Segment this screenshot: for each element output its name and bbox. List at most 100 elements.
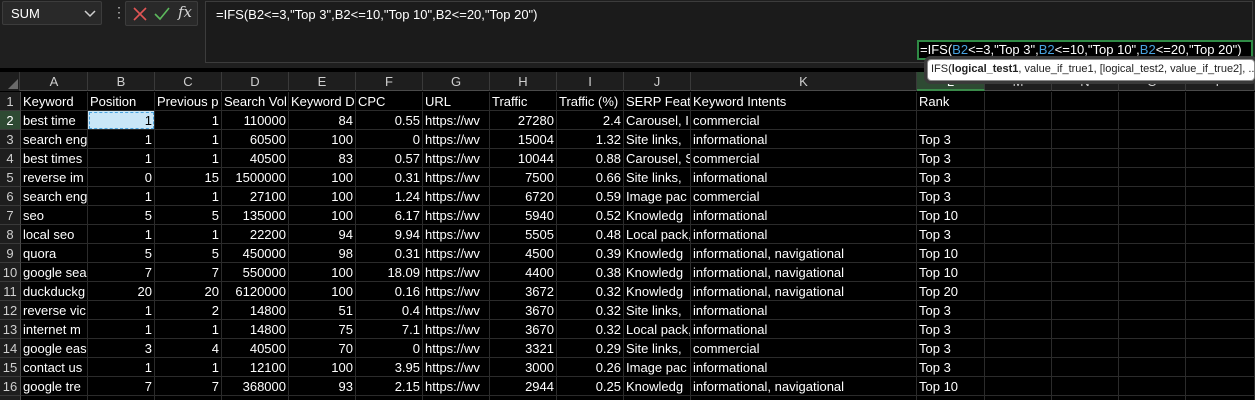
cell[interactable] bbox=[1119, 187, 1186, 206]
cell[interactable]: Carousel, S bbox=[624, 149, 691, 168]
cell[interactable] bbox=[289, 396, 356, 400]
column-title-cell[interactable]: SERP Featu bbox=[624, 92, 691, 111]
column-title-cell[interactable]: CPC bbox=[356, 92, 423, 111]
cell[interactable]: 550000 bbox=[222, 263, 289, 282]
cell[interactable] bbox=[985, 377, 1052, 396]
cell[interactable]: 100 bbox=[289, 358, 356, 377]
column-header-c[interactable]: C bbox=[155, 72, 222, 91]
select-all-icon[interactable] bbox=[8, 79, 18, 89]
cell[interactable] bbox=[1119, 339, 1186, 358]
cell[interactable] bbox=[1186, 358, 1255, 377]
cell[interactable] bbox=[1052, 339, 1119, 358]
cell[interactable]: 1 bbox=[88, 187, 155, 206]
row-header-17[interactable]: 17 bbox=[0, 396, 21, 400]
cell[interactable]: Top 10 bbox=[917, 377, 985, 396]
cell[interactable]: 1.32 bbox=[557, 130, 624, 149]
column-header-e[interactable]: E bbox=[289, 72, 356, 91]
checkmark-icon[interactable] bbox=[154, 6, 170, 22]
cell[interactable] bbox=[1052, 206, 1119, 225]
cell[interactable]: informational bbox=[691, 206, 917, 225]
cell[interactable]: 0.39 bbox=[557, 244, 624, 263]
column-title-cell[interactable] bbox=[1186, 92, 1255, 111]
cell[interactable]: Top 10 bbox=[917, 244, 985, 263]
cell[interactable] bbox=[1119, 244, 1186, 263]
cell[interactable]: 0.32 bbox=[557, 320, 624, 339]
row-header-3[interactable]: 3 bbox=[0, 130, 21, 149]
cell[interactable]: 3670 bbox=[490, 301, 557, 320]
cell[interactable]: https://wv bbox=[423, 111, 490, 130]
cell[interactable]: google tre bbox=[21, 377, 88, 396]
cell[interactable] bbox=[1052, 358, 1119, 377]
cell[interactable]: 0.4 bbox=[356, 301, 423, 320]
select-all-corner[interactable] bbox=[0, 72, 20, 91]
cell[interactable] bbox=[1119, 396, 1186, 400]
column-title-cell[interactable]: Position bbox=[88, 92, 155, 111]
cell[interactable]: 1.24 bbox=[356, 187, 423, 206]
cell[interactable]: https://wv bbox=[423, 244, 490, 263]
cell[interactable]: Top 3 bbox=[917, 130, 985, 149]
cell[interactable]: 2 bbox=[155, 301, 222, 320]
cell[interactable] bbox=[1052, 396, 1119, 400]
cell[interactable] bbox=[1119, 282, 1186, 301]
cell[interactable]: informational bbox=[691, 320, 917, 339]
cell[interactable] bbox=[1119, 301, 1186, 320]
cell[interactable] bbox=[985, 358, 1052, 377]
cell[interactable]: Site links, bbox=[624, 301, 691, 320]
cell[interactable] bbox=[1052, 225, 1119, 244]
column-title-cell[interactable]: Traffic bbox=[490, 92, 557, 111]
cell[interactable]: informational, navigational bbox=[691, 244, 917, 263]
cell[interactable]: 3 bbox=[88, 339, 155, 358]
cell[interactable]: 5 bbox=[88, 244, 155, 263]
cell[interactable]: 5 bbox=[88, 206, 155, 225]
cell[interactable]: Knowledg bbox=[624, 206, 691, 225]
cell[interactable]: duckduckg bbox=[21, 282, 88, 301]
cell[interactable]: 110000 bbox=[222, 111, 289, 130]
cell[interactable]: https://wv bbox=[423, 358, 490, 377]
cell[interactable] bbox=[1186, 111, 1255, 130]
cell[interactable]: 1 bbox=[88, 301, 155, 320]
cell[interactable] bbox=[1052, 320, 1119, 339]
cell[interactable]: 6720 bbox=[490, 187, 557, 206]
row-header-7[interactable]: 7 bbox=[0, 206, 21, 225]
cell[interactable]: best times bbox=[21, 149, 88, 168]
column-header-a[interactable]: A bbox=[21, 72, 88, 91]
cell[interactable]: 3321 bbox=[490, 339, 557, 358]
cell[interactable]: 7 bbox=[155, 263, 222, 282]
cell[interactable]: Image pac bbox=[624, 187, 691, 206]
column-title-cell[interactable] bbox=[1119, 92, 1186, 111]
cell[interactable]: https://wv bbox=[423, 282, 490, 301]
cell[interactable]: informational bbox=[691, 130, 917, 149]
cell[interactable]: 0.32 bbox=[557, 282, 624, 301]
cell[interactable]: informational, navigational bbox=[691, 377, 917, 396]
cell[interactable]: informational bbox=[691, 168, 917, 187]
cell[interactable] bbox=[1119, 377, 1186, 396]
cell[interactable] bbox=[1119, 149, 1186, 168]
cell[interactable]: 2.15 bbox=[356, 377, 423, 396]
cell[interactable] bbox=[985, 282, 1052, 301]
row-header-12[interactable]: 12 bbox=[0, 301, 21, 320]
cell[interactable]: 2944 bbox=[490, 377, 557, 396]
cell[interactable]: Carousel, I bbox=[624, 111, 691, 130]
cell[interactable]: 0 bbox=[356, 130, 423, 149]
cell[interactable] bbox=[1186, 130, 1255, 149]
column-title-cell[interactable]: Previous p bbox=[155, 92, 222, 111]
cell[interactable]: https://wv bbox=[423, 130, 490, 149]
cell[interactable]: 7 bbox=[88, 263, 155, 282]
cell[interactable] bbox=[917, 396, 985, 400]
cell[interactable] bbox=[490, 396, 557, 400]
cell[interactable]: 2.4 bbox=[557, 111, 624, 130]
cell[interactable]: 18.09 bbox=[356, 263, 423, 282]
cell[interactable]: 27280 bbox=[490, 111, 557, 130]
cell[interactable] bbox=[1186, 339, 1255, 358]
column-title-cell[interactable]: Keyword Intents bbox=[691, 92, 917, 111]
row-header-8[interactable]: 8 bbox=[0, 225, 21, 244]
cell[interactable]: 27100 bbox=[222, 187, 289, 206]
cell[interactable] bbox=[1186, 149, 1255, 168]
cell[interactable] bbox=[356, 396, 423, 400]
cell[interactable]: Top 3 bbox=[917, 358, 985, 377]
cell[interactable]: informational, navigational bbox=[691, 263, 917, 282]
cell[interactable] bbox=[21, 396, 88, 400]
cell[interactable]: 368000 bbox=[222, 377, 289, 396]
cell[interactable]: Knowledg bbox=[624, 377, 691, 396]
cell[interactable] bbox=[1186, 187, 1255, 206]
